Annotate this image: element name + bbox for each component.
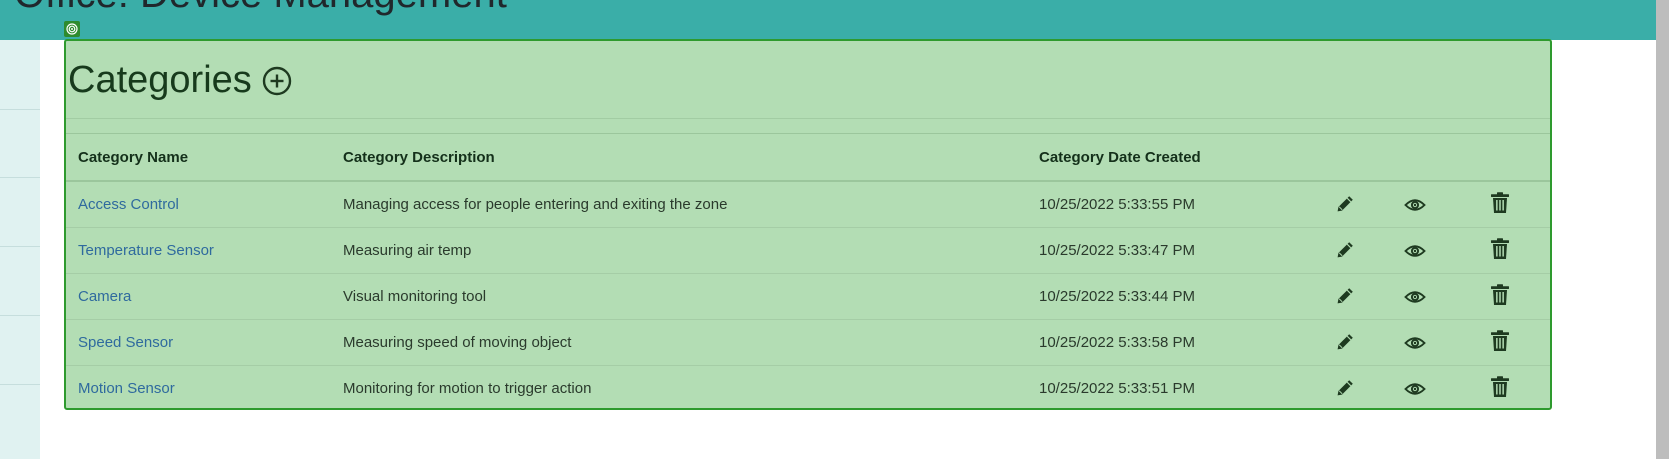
trash-icon <box>1491 376 1509 397</box>
delete-cell <box>1450 181 1550 228</box>
category-description-cell: Visual monitoring tool <box>331 273 1027 320</box>
eye-icon <box>1404 290 1426 303</box>
delete-cell <box>1450 366 1550 412</box>
delete-cell <box>1450 319 1550 366</box>
categories-title: Categories <box>68 59 252 101</box>
view-button[interactable] <box>1403 193 1427 217</box>
category-name-cell: Temperature Sensor <box>66 227 331 274</box>
categories-table: Category Name Category Description Categ… <box>66 134 1550 411</box>
category-name-link[interactable]: Speed Sensor <box>78 334 173 351</box>
table-row: Speed Sensor Measuring speed of moving o… <box>66 319 1550 366</box>
view-cell <box>1380 273 1450 320</box>
category-name-link[interactable]: Motion Sensor <box>78 380 175 397</box>
view-cell <box>1380 366 1450 412</box>
divider <box>66 118 1550 119</box>
add-category-button[interactable] <box>262 66 292 96</box>
delete-button[interactable] <box>1488 237 1512 261</box>
delete-cell <box>1450 227 1550 274</box>
page-title: Office: Device Management <box>14 0 507 17</box>
category-date-cell: 10/25/2022 5:33:44 PM <box>1027 273 1310 320</box>
category-description-cell: Monitoring for motion to trigger action <box>343 380 592 397</box>
category-date-cell: 10/25/2022 5:33:55 PM <box>1027 181 1310 228</box>
edit-cell <box>1310 366 1380 412</box>
view-button[interactable] <box>1403 377 1427 401</box>
delete-button[interactable] <box>1488 329 1512 353</box>
table-row: Temperature Sensor Measuring air temp 10… <box>66 227 1550 274</box>
category-name-cell: Speed Sensor <box>66 319 331 366</box>
edit-button[interactable] <box>1333 284 1357 308</box>
table-header-row: Category Name Category Description Categ… <box>66 134 1550 182</box>
edit-cell <box>1310 319 1380 366</box>
category-name-link[interactable]: Access Control <box>78 196 179 213</box>
trash-icon <box>1491 330 1509 351</box>
sidebar-divider <box>0 109 40 110</box>
column-header-description: Category Description <box>331 134 1027 182</box>
pencil-icon <box>1337 195 1353 211</box>
sidebar-divider <box>0 246 40 247</box>
table-row: Access Control Managing access for peopl… <box>66 181 1550 228</box>
trash-icon <box>1491 284 1509 305</box>
category-name-cell: Camera <box>66 273 331 320</box>
trash-icon <box>1491 192 1509 213</box>
edit-button[interactable] <box>1333 238 1357 262</box>
column-header-edit <box>1310 134 1380 182</box>
sidebar <box>0 40 40 459</box>
column-header-name: Category Name <box>66 134 331 182</box>
categories-panel: Categories Category Name Category Descri… <box>64 39 1552 410</box>
column-header-view <box>1380 134 1450 182</box>
category-description-cell: Managing access for people entering and … <box>331 181 1027 228</box>
delete-button[interactable] <box>1488 191 1512 215</box>
edit-cell <box>1310 181 1380 228</box>
edit-button[interactable] <box>1333 192 1357 216</box>
category-name-cell: Access Control <box>66 181 331 228</box>
sidebar-divider <box>0 315 40 316</box>
app-header: Office: Device Management <box>0 0 1669 40</box>
categories-heading: Categories <box>68 59 292 102</box>
edit-button[interactable] <box>1333 330 1357 354</box>
edit-cell <box>1310 227 1380 274</box>
table-row: Motion Sensor Monitoring for motion to t… <box>66 366 1550 412</box>
category-name-link[interactable]: Camera <box>78 288 131 305</box>
sidebar-divider <box>0 177 40 178</box>
view-cell <box>1380 319 1450 366</box>
scrollbar[interactable] <box>1656 0 1669 459</box>
view-button[interactable] <box>1403 331 1427 355</box>
category-name-link[interactable]: Temperature Sensor <box>78 242 214 259</box>
eye-icon <box>1404 198 1426 211</box>
pencil-icon <box>1337 287 1353 303</box>
category-description-cell: Measuring air temp <box>331 227 1027 274</box>
sidebar-divider <box>0 384 40 385</box>
table-row: Camera Visual monitoring tool 10/25/2022… <box>66 273 1550 320</box>
pencil-icon <box>1337 379 1353 395</box>
category-description-cell: Measuring speed of moving object <box>331 319 1027 366</box>
category-date-cell: 10/25/2022 5:33:47 PM <box>1027 227 1310 274</box>
eye-icon <box>1404 244 1426 257</box>
category-name-cell: Motion Sensor <box>66 366 331 412</box>
delete-button[interactable] <box>1488 375 1512 399</box>
delete-cell <box>1450 273 1550 320</box>
eye-icon <box>1404 336 1426 349</box>
trash-icon <box>1491 238 1509 259</box>
edit-button[interactable] <box>1333 376 1357 400</box>
plus-circle-icon <box>262 66 291 95</box>
view-button[interactable] <box>1403 285 1427 309</box>
eye-icon <box>1404 382 1426 395</box>
view-button[interactable] <box>1403 239 1427 263</box>
focus-target-icon <box>64 21 80 37</box>
category-date-cell: 10/25/2022 5:33:51 PM <box>1039 380 1195 397</box>
column-header-delete <box>1450 134 1550 182</box>
view-cell <box>1380 227 1450 274</box>
pencil-icon <box>1337 333 1353 349</box>
edit-cell <box>1310 273 1380 320</box>
view-cell <box>1380 181 1450 228</box>
pencil-icon <box>1337 241 1353 257</box>
column-header-date-created: Category Date Created <box>1027 134 1310 182</box>
category-date-cell: 10/25/2022 5:33:58 PM <box>1027 319 1310 366</box>
delete-button[interactable] <box>1488 283 1512 307</box>
